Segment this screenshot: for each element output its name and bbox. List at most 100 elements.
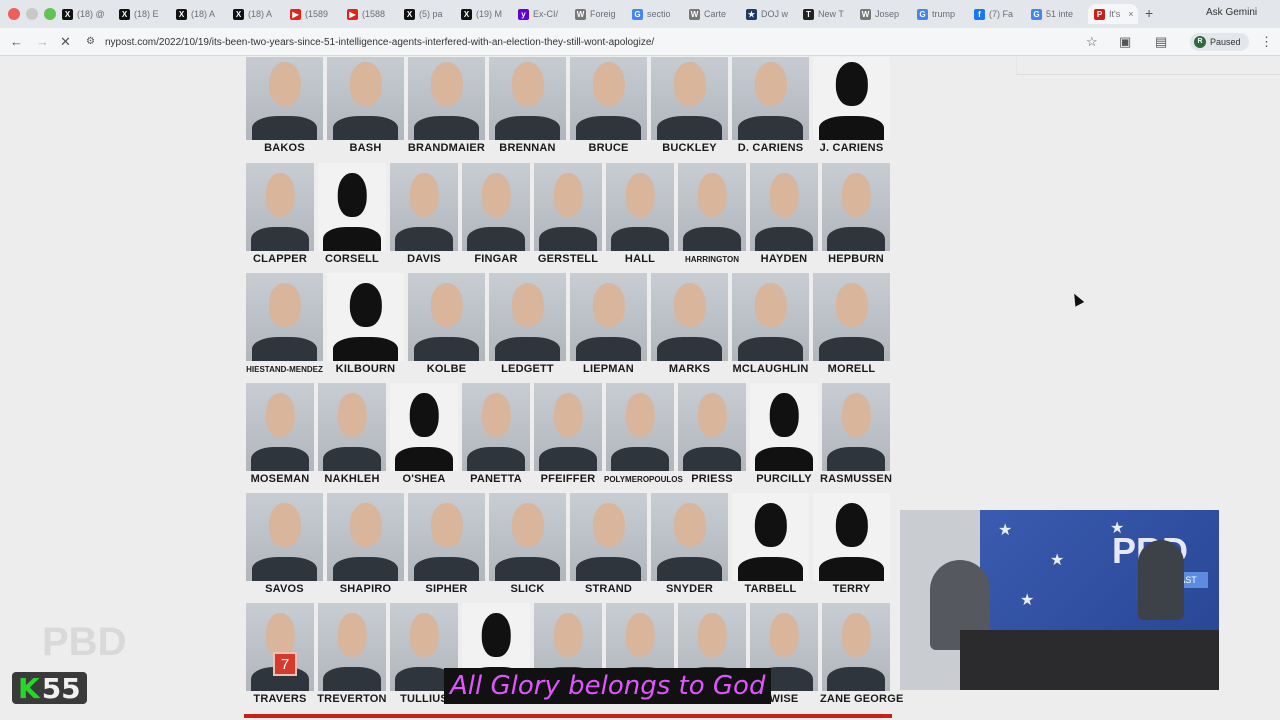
person-name: DAVIS <box>407 253 441 265</box>
tab-label: (5) pa <box>419 9 443 19</box>
tab-label: (1589 <box>305 9 329 19</box>
portrait-photo <box>246 163 314 251</box>
person-card: KOLBE <box>406 273 487 383</box>
avatar: R <box>1194 36 1206 48</box>
browser-tab[interactable]: X (18) A <box>176 4 228 24</box>
portrait-photo <box>489 273 566 361</box>
browser-tab[interactable]: Gtrump <box>917 4 969 24</box>
maximize-window-button[interactable] <box>44 8 56 20</box>
browser-tab[interactable]: X (18) A <box>233 4 285 24</box>
browser-tab[interactable]: Gsectio <box>632 4 684 24</box>
W-icon: W <box>860 8 871 20</box>
watermark-logo: PBD <box>42 620 127 664</box>
browser-tab[interactable]: ★ DOJ w <box>746 4 798 24</box>
person-card: BUCKLEY <box>649 57 730 162</box>
person-card: SAVOS <box>244 493 325 603</box>
person-name: SIPHER <box>425 583 468 595</box>
studio-desk <box>960 630 1219 690</box>
youtube-icon: ▶ <box>347 8 358 20</box>
portrait-photo <box>246 383 314 471</box>
browser-tab[interactable]: X (19) M <box>461 4 513 24</box>
profile-paused-button[interactable]: R Paused <box>1190 33 1249 51</box>
browser-tab[interactable]: X (18) E <box>119 4 171 24</box>
tab-label: Carte <box>704 9 727 19</box>
person-card: HALL <box>604 163 676 273</box>
person-card: HARRINGTON <box>676 163 748 273</box>
tab-label: Foreig <box>590 9 616 19</box>
photo-row: CLAPPER CORSELL DAVIS FINGAR GERSTELL HALL HAR… <box>244 163 892 273</box>
browser-tab[interactable]: f (7) Fa <box>974 4 1026 24</box>
silhouette-portrait <box>327 273 404 361</box>
browser-tab[interactable]: X (5) pa <box>404 4 456 24</box>
portrait-photo <box>246 493 323 581</box>
url-field[interactable]: nypost.com/2022/10/19/its-been-two-years… <box>105 37 654 48</box>
person-card: PRIESS <box>676 383 748 493</box>
browser-tab[interactable]: X (18) @ <box>62 4 114 24</box>
person-card: TARBELL <box>730 493 811 603</box>
person-name: PRIESS <box>691 473 733 485</box>
close-tab-icon[interactable]: × <box>1128 9 1133 19</box>
browser-tab[interactable]: y Ex-CI/ <box>518 4 570 24</box>
yahoo-icon: y <box>518 8 529 20</box>
person-card: HIESTAND-MENDEZ <box>244 273 325 383</box>
person-card: FINGAR <box>460 163 532 273</box>
browser-tab[interactable]: P It's × <box>1088 4 1138 24</box>
browser-tab[interactable]: W Carte <box>689 4 741 24</box>
person-card: PURCILLY <box>748 383 820 493</box>
portrait-photo <box>462 383 530 471</box>
X-icon: X <box>176 8 187 20</box>
browser-tab[interactable]: W Josep <box>860 4 912 24</box>
bookmark-star-icon[interactable]: ☆ <box>1086 34 1098 50</box>
channel-number: 55 <box>41 671 81 705</box>
new-tab-button[interactable]: + <box>1145 5 1153 21</box>
portrait-photo <box>489 493 566 581</box>
red-rule <box>244 714 892 718</box>
tab-label: (18) E <box>134 9 159 19</box>
person-card: CLAPPER <box>244 163 316 273</box>
browser-tab[interactable]: ▶ (1588 <box>347 4 399 24</box>
person-card: D. CARIENS <box>730 57 811 162</box>
close-window-button[interactable] <box>8 8 20 20</box>
portrait-photo <box>318 383 386 471</box>
person-name: BASH <box>349 142 382 154</box>
side-panel-icon[interactable]: ▤ <box>1155 34 1167 50</box>
person-name: TERRY <box>832 583 871 595</box>
person-name: RASMUSSEN <box>820 473 893 485</box>
photo-row: SAVOS SHAPIRO SIPHER SLICK STRAND SNYDER TARBE… <box>244 493 892 603</box>
extensions-icon[interactable]: ▣ <box>1119 34 1131 50</box>
tab-label: (18) @ <box>77 9 105 19</box>
portrait-photo <box>408 57 485 140</box>
minimize-window-button[interactable] <box>26 8 38 20</box>
stop-loading-icon[interactable]: ✕ <box>60 34 71 50</box>
person-name: PURCILLY <box>756 473 812 485</box>
mouse-cursor <box>1069 291 1085 307</box>
forward-icon[interactable]: → <box>36 34 49 49</box>
site-info-icon[interactable]: ⚙ <box>86 36 95 47</box>
browser-tab[interactable]: W Foreig <box>575 4 627 24</box>
menu-kebab-icon[interactable]: ⋮ <box>1260 34 1273 50</box>
portrait-photo <box>327 57 404 140</box>
person-card: CORSELL <box>316 163 388 273</box>
W-icon: W <box>575 8 586 20</box>
tab-label: Josep <box>875 9 900 19</box>
back-icon[interactable]: ← <box>10 34 23 49</box>
person-card: RASMUSSEN <box>820 383 892 493</box>
browser-tab[interactable]: G 51 inte <box>1031 4 1083 24</box>
channel-letter: K <box>18 671 40 705</box>
browser-tab[interactable]: T New T <box>803 4 855 24</box>
tab-label: Ex-CI/ <box>533 9 559 19</box>
person-card: KILBOURN <box>325 273 406 383</box>
photo-grid: BAKOS BASH BRANDMAIER BRENNAN BRUCE BUCKLEY D.… <box>244 57 903 720</box>
address-bar: ← → ✕ ⚙ nypost.com/2022/10/19/its-been-t… <box>0 28 1280 56</box>
person-name: MARKS <box>668 363 711 375</box>
portrait-photo <box>813 273 890 361</box>
tab-bar: X (18) @ X (18) E X (18) A X (18) A ▶ (1589 ▶ (1588… <box>0 0 1280 28</box>
browser-tab[interactable]: ▶ (1589 <box>290 4 342 24</box>
person-card: TREVERTON <box>316 603 388 713</box>
person-card: LIEPMAN <box>568 273 649 383</box>
X-icon: X <box>404 8 415 20</box>
ask-gemini-button[interactable]: Ask Gemini <box>1206 7 1257 18</box>
person-card: MCLAUGHLIN <box>730 273 811 383</box>
portrait-photo <box>822 163 890 251</box>
G-icon: G <box>1031 8 1042 20</box>
